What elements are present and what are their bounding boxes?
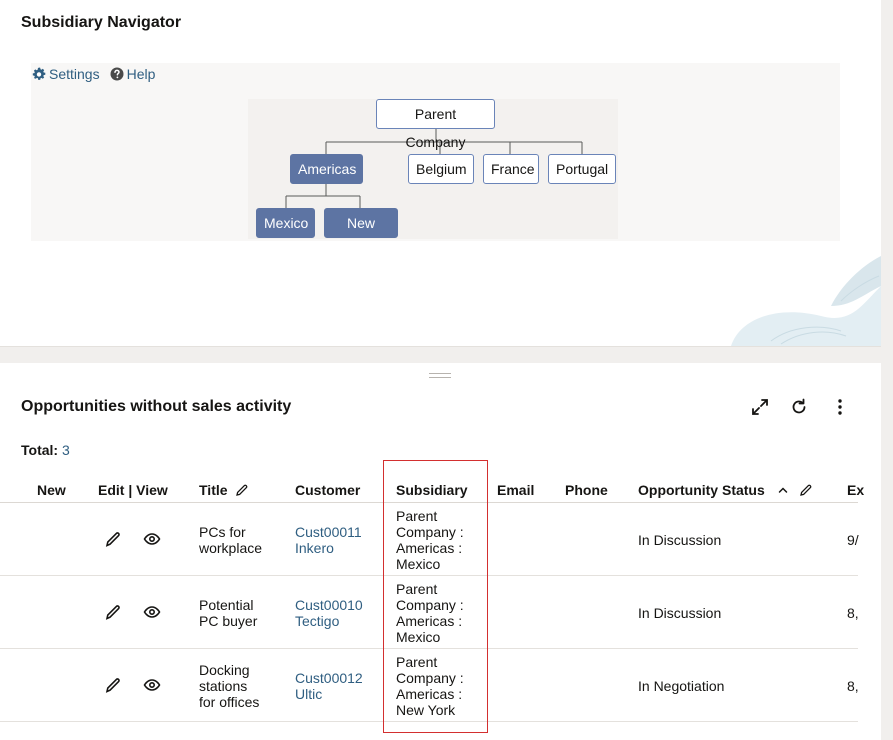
- subsidiary-line: Americas :: [396, 686, 463, 702]
- subsidiary-line: Americas :: [396, 613, 463, 629]
- edit-button[interactable]: [102, 601, 124, 623]
- truncated-cell: 8,: [847, 605, 859, 621]
- customer-id: Cust00011: [295, 524, 362, 540]
- customer-id: Cust00010: [295, 597, 363, 613]
- subsidiary-line: Parent: [396, 581, 438, 597]
- opportunity-title: PCs for workplace: [199, 524, 262, 556]
- title-line: PCs for: [199, 524, 246, 540]
- opportunity-status: In Negotiation: [638, 678, 725, 694]
- expand-button[interactable]: [748, 395, 772, 419]
- truncated-cell: 9/: [847, 532, 859, 548]
- title-line: Potential: [199, 597, 254, 613]
- title-line: workplace: [199, 540, 263, 556]
- tree-node-mexico[interactable]: Mexico: [256, 208, 315, 238]
- sort-ascending-icon[interactable]: [777, 484, 789, 496]
- pencil-icon: [105, 532, 120, 547]
- subsidiary-line: New York: [396, 702, 456, 718]
- eye-icon: [143, 533, 161, 545]
- column-header-customer[interactable]: Customer: [295, 482, 360, 498]
- view-button[interactable]: [141, 674, 163, 696]
- pencil-icon[interactable]: [799, 483, 813, 497]
- total-value[interactable]: 3: [62, 442, 70, 458]
- subsidiary-line: Company :: [396, 524, 464, 540]
- column-header-title-label: Title: [199, 482, 228, 498]
- column-header-opportunity-status[interactable]: Opportunity Status: [638, 482, 813, 498]
- opportunity-title: Potential PC buyer: [199, 597, 257, 629]
- title-line: for offices: [199, 694, 260, 710]
- pencil-icon: [236, 484, 248, 496]
- customer-link[interactable]: Cust00011 Inkero: [295, 524, 362, 556]
- customer-name: Tectigo: [295, 613, 340, 629]
- column-header-subsidiary[interactable]: Subsidiary: [396, 482, 468, 498]
- customer-link[interactable]: Cust00012 Ultic: [295, 670, 363, 702]
- subsidiary-line: Company :: [396, 597, 464, 613]
- subsidiary-cell: Parent Company : Americas : New York: [396, 654, 464, 718]
- customer-id: Cust00012: [295, 670, 363, 686]
- column-header-status-label: Opportunity Status: [638, 482, 765, 498]
- edit-button[interactable]: [102, 528, 124, 550]
- column-header-phone[interactable]: Phone: [565, 482, 608, 498]
- pencil-icon: [105, 678, 120, 693]
- title-line: Docking: [199, 662, 250, 678]
- tree-node-portugal[interactable]: Portugal: [548, 154, 616, 184]
- tree-node-new-york[interactable]: New York: [324, 208, 398, 259]
- section-title: Opportunities without sales activity: [21, 398, 292, 415]
- customer-name: Ultic: [295, 686, 323, 702]
- title-line: PC buyer: [199, 613, 258, 629]
- customer-name: Inkero: [295, 540, 334, 556]
- table-row: Docking stations for offices Cust00012 U…: [0, 649, 859, 722]
- expand-icon: [752, 399, 768, 415]
- subsidiary-line: Parent: [396, 508, 438, 524]
- truncated-cell: 8,: [847, 678, 859, 694]
- subsidiary-line: Parent: [396, 654, 438, 670]
- opportunity-status: In Discussion: [638, 532, 722, 548]
- column-header-email[interactable]: Email: [497, 482, 534, 498]
- subsidiary-cell: Parent Company : Americas : Mexico: [396, 581, 464, 645]
- total-label: Total:: [21, 442, 59, 458]
- customer-link[interactable]: Cust00010 Tectigo: [295, 597, 363, 629]
- eye-icon: [143, 606, 161, 618]
- subsidiary-cell: Parent Company : Americas : Mexico: [396, 508, 464, 572]
- kebab-menu-icon: [838, 399, 842, 415]
- subsidiary-line: Mexico: [396, 629, 441, 645]
- title-line: stations: [199, 678, 248, 694]
- refresh-icon: [792, 398, 806, 414]
- eye-icon: [143, 679, 161, 691]
- column-header-edit-view: Edit | View: [98, 482, 168, 498]
- refresh-button[interactable]: [787, 395, 811, 419]
- column-header-new[interactable]: New: [37, 482, 66, 498]
- table-header: New Edit | View Title Customer Subsidiar…: [0, 475, 864, 503]
- tree-node-belgium[interactable]: Belgium: [408, 154, 474, 184]
- pencil-icon: [105, 605, 120, 620]
- edit-button[interactable]: [102, 674, 124, 696]
- tree-node-france[interactable]: France: [483, 154, 539, 184]
- opportunity-status: In Discussion: [638, 605, 722, 621]
- total-count: Total: 3: [21, 442, 70, 458]
- more-actions-button[interactable]: [828, 395, 852, 419]
- subsidiary-line: Company :: [396, 670, 464, 686]
- table-row: Potential PC buyer Cust00010 Tectigo Par…: [0, 576, 859, 649]
- opportunity-title: Docking stations for offices: [199, 662, 259, 710]
- subsidiary-line: Americas :: [396, 540, 463, 556]
- resize-handle[interactable]: [429, 373, 451, 378]
- table-row: PCs for workplace Cust00011 Inkero Paren…: [0, 503, 859, 576]
- column-header-truncated[interactable]: Ex: [847, 482, 864, 498]
- view-button[interactable]: [141, 528, 163, 550]
- tree-node-americas[interactable]: Americas: [290, 154, 363, 184]
- tree-node-parent-company[interactable]: Parent Company: [376, 99, 495, 150]
- view-button[interactable]: [141, 601, 163, 623]
- column-header-title[interactable]: Title: [199, 482, 249, 498]
- subsidiary-line: Mexico: [396, 556, 441, 572]
